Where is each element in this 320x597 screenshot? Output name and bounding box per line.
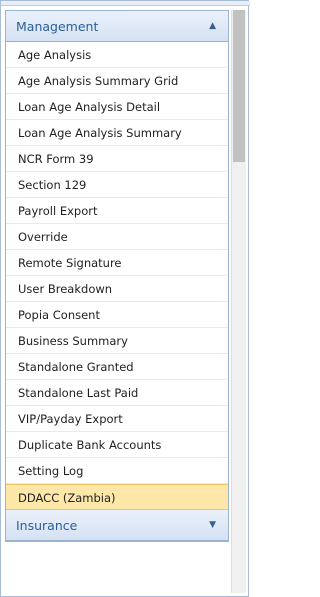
menu-item-standalone-last-paid[interactable]: Standalone Last Paid — [6, 380, 228, 406]
menu-item-loan-age-analysis-summary[interactable]: Loan Age Analysis Summary — [6, 120, 228, 146]
menu-item-setting-log[interactable]: Setting Log — [6, 458, 228, 484]
menu-item-remote-signature[interactable]: Remote Signature — [6, 250, 228, 276]
chevron-up-icon[interactable]: ▲ — [209, 11, 216, 42]
vertical-scrollbar[interactable] — [231, 10, 246, 593]
menu-item-ncr-form-39[interactable]: NCR Form 39 — [6, 146, 228, 172]
menu-item-popia-consent[interactable]: Popia Consent — [6, 302, 228, 328]
chevron-down-icon[interactable]: ▼ — [209, 510, 216, 541]
menu-item-ddacc-zambia[interactable]: DDACC (Zambia) — [6, 484, 228, 510]
menu-item-business-summary[interactable]: Business Summary — [6, 328, 228, 354]
menu-item-age-analysis[interactable]: Age Analysis — [6, 42, 228, 68]
insurance-header[interactable]: Insurance ▼ — [6, 510, 228, 541]
scrollbar-thumb[interactable] — [233, 10, 245, 162]
menu-item-section-129[interactable]: Section 129 — [6, 172, 228, 198]
accordion-menu: Management ▲ Age Analysis Age Analysis S… — [5, 10, 229, 542]
menu-item-vip-payday-export[interactable]: VIP/Payday Export — [6, 406, 228, 432]
menu-item-user-breakdown[interactable]: User Breakdown — [6, 276, 228, 302]
navigation-panel: Management ▲ Age Analysis Age Analysis S… — [0, 0, 250, 597]
menu-item-duplicate-bank-accounts[interactable]: Duplicate Bank Accounts — [6, 432, 228, 458]
menu-item-override[interactable]: Override — [6, 224, 228, 250]
management-header[interactable]: Management ▲ — [6, 11, 228, 42]
menu-item-standalone-granted[interactable]: Standalone Granted — [6, 354, 228, 380]
menu-item-payroll-export[interactable]: Payroll Export — [6, 198, 228, 224]
panel-top-border — [1, 1, 250, 6]
insurance-header-label: Insurance — [16, 518, 78, 533]
menu-item-age-analysis-summary-grid[interactable]: Age Analysis Summary Grid — [6, 68, 228, 94]
management-header-label: Management — [16, 19, 99, 34]
menu-item-loan-age-analysis-detail[interactable]: Loan Age Analysis Detail — [6, 94, 228, 120]
